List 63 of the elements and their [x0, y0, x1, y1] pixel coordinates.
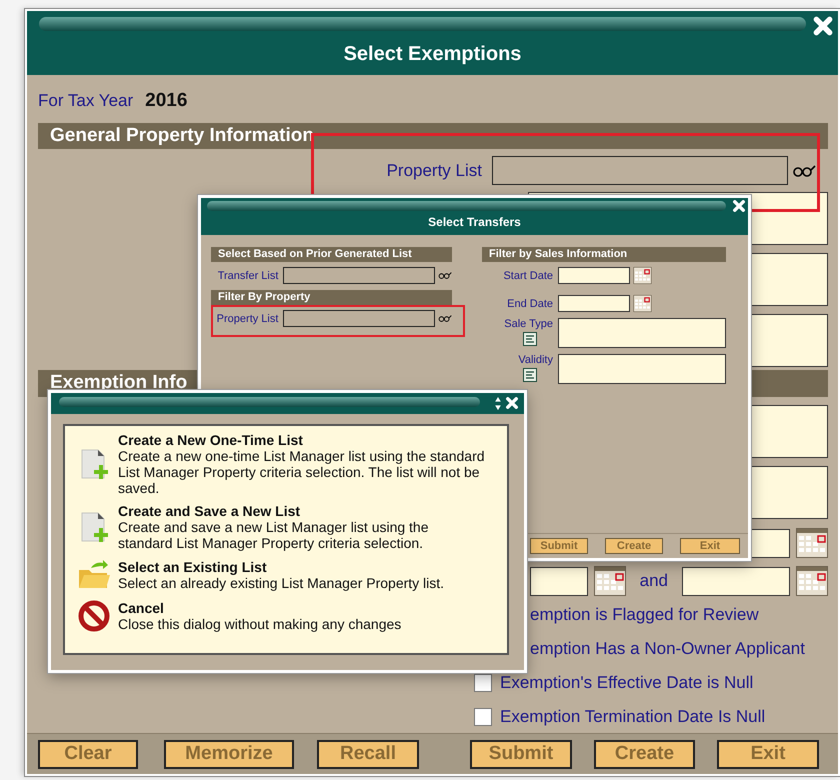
start-date-label: Start Date: [502, 270, 553, 282]
date-field[interactable]: [530, 566, 588, 596]
calendar-icon[interactable]: [633, 267, 652, 284]
resize-arrows-icon[interactable]: [494, 396, 502, 411]
list-icon[interactable]: [523, 332, 537, 346]
dialog-title: Select Transfers: [427, 215, 522, 229]
close-icon[interactable]: [732, 199, 746, 213]
transfer-list-field[interactable]: [283, 267, 436, 284]
option-description: Close this dialog without making any changes: [118, 616, 402, 632]
tax-year-label: For Tax Year: [38, 91, 134, 111]
section-header: Filter by Sales Information: [482, 247, 726, 262]
calendar-icon[interactable]: [633, 295, 652, 312]
sale-type-field[interactable]: [558, 318, 726, 348]
close-icon[interactable]: [812, 15, 834, 37]
option-description: Create and save a new List Manager list using the standard List Manager Property criteria selection.: [118, 519, 430, 551]
checkbox-label: Exemption's Effective Date is Null: [500, 672, 754, 692]
action-button[interactable]: Submit: [470, 740, 572, 768]
property-list-field[interactable]: [283, 310, 436, 327]
section-header: Select Based on Prior Generated List: [211, 247, 452, 262]
calendar-icon[interactable]: [594, 566, 626, 596]
no-entry-icon[interactable]: [77, 599, 111, 633]
checkbox-label: Exemption Termination Date Is Null: [500, 706, 766, 726]
action-button[interactable]: Create: [605, 538, 663, 554]
list-icon[interactable]: [523, 368, 537, 382]
option-title[interactable]: Create and Save a New List: [118, 503, 486, 519]
calendar-icon[interactable]: [796, 528, 828, 558]
section-header: General Property Information: [38, 123, 828, 149]
option-description: Select an already existing List Manager Property list.: [118, 575, 446, 591]
action-button[interactable]: Exit: [717, 740, 819, 768]
validity-field[interactable]: [558, 354, 726, 384]
action-button[interactable]: Recall: [317, 740, 419, 768]
option-title[interactable]: Select an Existing List: [118, 559, 486, 575]
close-icon[interactable]: [505, 396, 519, 410]
action-button[interactable]: Submit: [530, 538, 588, 554]
action-button[interactable]: Clear: [38, 740, 138, 768]
glasses-icon[interactable]: [438, 314, 452, 323]
option-title[interactable]: Create a New One-Time List: [118, 432, 486, 448]
section-header: Filter By Property: [211, 290, 452, 305]
date-field[interactable]: [682, 566, 790, 596]
checkbox[interactable]: [474, 674, 492, 692]
end-date-field[interactable]: [558, 295, 630, 312]
glasses-icon[interactable]: [792, 164, 816, 178]
tax-year-value: 2016: [145, 90, 188, 112]
action-button[interactable]: Exit: [680, 538, 740, 554]
checkbox-label: emption is Flagged for Review: [530, 604, 759, 624]
sale-type-label: Sale Type: [504, 318, 553, 330]
validity-label: Validity: [518, 354, 553, 366]
property-list-field[interactable]: [492, 156, 788, 185]
glasses-icon[interactable]: [438, 271, 452, 280]
property-list-label: Property List: [386, 160, 482, 180]
checkbox-label: emption Has a Non-Owner Applicant: [530, 638, 805, 658]
option-description: Create a new one-time List Manager list using the standard List Manager Property criteria selection. The list will not be saved.: [118, 448, 486, 496]
property-list-label: Property List: [216, 312, 278, 324]
checkbox[interactable]: [474, 708, 492, 726]
option-title[interactable]: Cancel: [118, 600, 486, 616]
start-date-field[interactable]: [558, 267, 630, 284]
window-title: Select Exemptions: [342, 43, 522, 66]
transfer-list-label: Transfer List: [216, 270, 278, 282]
and-label: and: [640, 571, 668, 591]
calendar-icon[interactable]: [796, 566, 828, 596]
end-date-label: End Date: [506, 298, 553, 310]
action-button[interactable]: Memorize: [164, 740, 294, 768]
action-button[interactable]: Create: [594, 740, 695, 768]
